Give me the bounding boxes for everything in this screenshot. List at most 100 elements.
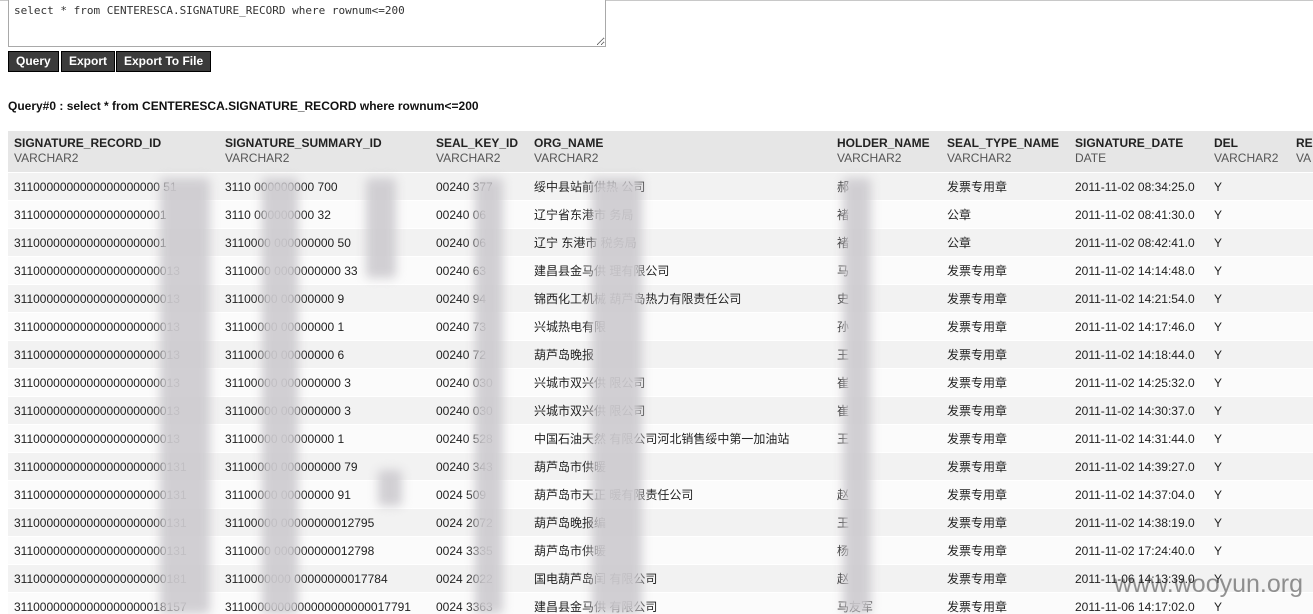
sql-query-input[interactable]: select * from CENTERESCA.SIGNATURE_RECOR… [8,0,606,47]
table-cell: 2011-11-02 14:37:04.0 [1069,480,1208,509]
table-cell [1290,172,1313,201]
table-cell: 3110000 000000000 50 [219,228,430,257]
table-cell: 2011-11-02 08:41:30.0 [1069,200,1208,229]
table-row[interactable]: 3110000000000000000000013 31100000 000000… [8,340,1313,369]
table-cell: 马友军 [831,592,941,614]
table-cell: 3110000 000000000012798 [219,536,430,565]
table-row[interactable]: 3110000000000000000000013 31100000 000000… [8,424,1313,453]
table-cell: 2011-11-02 14:31:44.0 [1069,424,1208,453]
table-row[interactable]: 3110000000000000000000013 31100000 000000… [8,284,1313,313]
table-cell: 发票专用章 [941,368,1069,397]
table-cell: 00240 72 [430,340,528,369]
table-cell: 3110000000000000000000013 [8,256,219,285]
table-cell: 0024 509 [430,480,528,509]
watermark-text: www.wooyun.org [1114,570,1303,598]
table-cell: 发票专用章 [941,396,1069,425]
table-cell: 葫芦岛晚报 [528,340,831,369]
result-table: SIGNATURE_RECORD_ID VARCHAR2 SIGNATURE_SUM… [8,131,1313,614]
table-cell: Y [1208,452,1290,481]
table-cell: 建昌县金马供 有限公司 [528,592,831,614]
table-cell: 3110000000000000000000 51 [8,172,219,201]
table-cell: 0024 3335 [430,536,528,565]
table-cell: 兴城热电有限 [528,312,831,341]
table-cell: 发票专用章 [941,592,1069,614]
table-cell: 孙 [831,312,941,341]
table-cell: 葫芦岛市供暖 [528,452,831,481]
column-type: VARCHAR2 [947,151,1012,165]
table-row[interactable]: 3110000000000000000000013 31100000 000000… [8,396,1313,425]
column-type: VARCHAR2 [14,151,79,165]
table-cell: 3110000000000000000000013 [8,368,219,397]
table-cell: 建昌县金马供 理有限公司 [528,256,831,285]
table-cell [1290,228,1313,257]
table-cell: 2011-11-02 14:39:27.0 [1069,452,1208,481]
table-cell: 王 [831,424,941,453]
table-row[interactable]: 31100000000000000000001 3110000 000000000… [8,228,1313,257]
table-cell: 发票专用章 [941,284,1069,313]
table-cell: 2011-11-02 14:18:44.0 [1069,340,1208,369]
table-row[interactable]: 31100000000000000000000131 31100000 00000… [8,480,1313,509]
column-name: SIGNATURE_RECORD_ID [14,136,162,150]
table-cell: 31100000 00000000 1 [219,312,430,341]
column-type: VARCHAR2 [837,151,902,165]
table-cell: 3110000 0000000000 33 [219,256,430,285]
table-cell: 崔 [831,396,941,425]
table-row[interactable]: 31100000000000000000001 3110 000000000 32… [8,200,1313,229]
result-grid-container[interactable]: SIGNATURE_RECORD_ID VARCHAR2 SIGNATURE_SUM… [8,131,1313,614]
column-type: VARCHAR2 [225,151,290,165]
table-row[interactable]: 3110000000000000000000013 3110000 0000000… [8,256,1313,285]
table-row[interactable]: 31100000000000000000000131 3110000 000000… [8,536,1313,565]
table-row[interactable]: 31100000000000000000000131 31100000 00000… [8,452,1313,481]
column-type: VARCHAR2 [1214,151,1279,165]
column-type: DATE [1075,151,1107,165]
table-cell: 中国石油天然 有限公司河北销售绥中第一加油站 [528,424,831,453]
table-cell: 2011-11-02 17:24:40.0 [1069,536,1208,565]
table-cell: 发票专用章 [941,452,1069,481]
table-cell: Y [1208,340,1290,369]
table-header-row: SIGNATURE_RECORD_ID VARCHAR2 SIGNATURE_SUM… [8,131,1313,173]
table-cell: 史 [831,284,941,313]
table-cell: 00240 377 [430,172,528,201]
column-name: SEAL_TYPE_NAME [947,136,1060,150]
table-cell: Y [1208,256,1290,285]
table-row[interactable]: 3110000000000000000000013 31100000 000000… [8,312,1313,341]
table-cell: 发票专用章 [941,536,1069,565]
column-header: SIGNATURE_RECORD_ID VARCHAR2 [8,131,219,173]
table-cell [1290,424,1313,453]
column-header: SIGNATURE_DATE DATE [1069,131,1208,173]
table-row[interactable]: 3110000000000000000000 51 3110 000000000 … [8,172,1313,201]
table-row[interactable]: 31100000000000000000000131 31100000 00000… [8,508,1313,537]
column-name: SIGNATURE_DATE [1075,136,1184,150]
table-cell: 3110000000 00000000017784 [219,564,430,593]
table-cell: Y [1208,480,1290,509]
table-cell: 2011-11-02 14:25:32.0 [1069,368,1208,397]
table-cell [831,452,941,481]
table-cell: 郝 [831,172,941,201]
column-header: SIGNATURE_SUMMARY_ID VARCHAR2 [219,131,430,173]
table-cell: 00240 343 [430,452,528,481]
column-name: SIGNATURE_SUMMARY_ID [225,136,382,150]
column-type: VA [1296,151,1312,165]
table-cell: 00240 528 [430,424,528,453]
table-cell: 发票专用章 [941,424,1069,453]
table-cell: 发票专用章 [941,256,1069,285]
table-cell: 兴城市双兴供 限公司 [528,396,831,425]
export-to-file-button[interactable]: Export To File [116,51,212,72]
table-body: 3110000000000000000000 51 3110 000000000 … [8,172,1313,614]
table-cell: 赵 [831,564,941,593]
table-cell: Y [1208,284,1290,313]
table-cell: 褚 [831,228,941,257]
table-cell [1290,284,1313,313]
table-cell: 兴城市双兴供 限公司 [528,368,831,397]
table-cell: 2011-11-02 08:34:25.0 [1069,172,1208,201]
column-name: RE [1296,136,1313,150]
table-cell: 3110000000000000000000017791 [219,592,430,614]
table-cell [1290,536,1313,565]
query-button[interactable]: Query [8,51,59,72]
table-cell [1290,452,1313,481]
table-cell: 31100000000000000000000131 [8,452,219,481]
table-row[interactable]: 3110000000000000000000013 31100000 000000… [8,368,1313,397]
column-header: SEAL_TYPE_NAME VARCHAR2 [941,131,1069,173]
table-cell: Y [1208,172,1290,201]
export-button[interactable]: Export [61,51,116,72]
